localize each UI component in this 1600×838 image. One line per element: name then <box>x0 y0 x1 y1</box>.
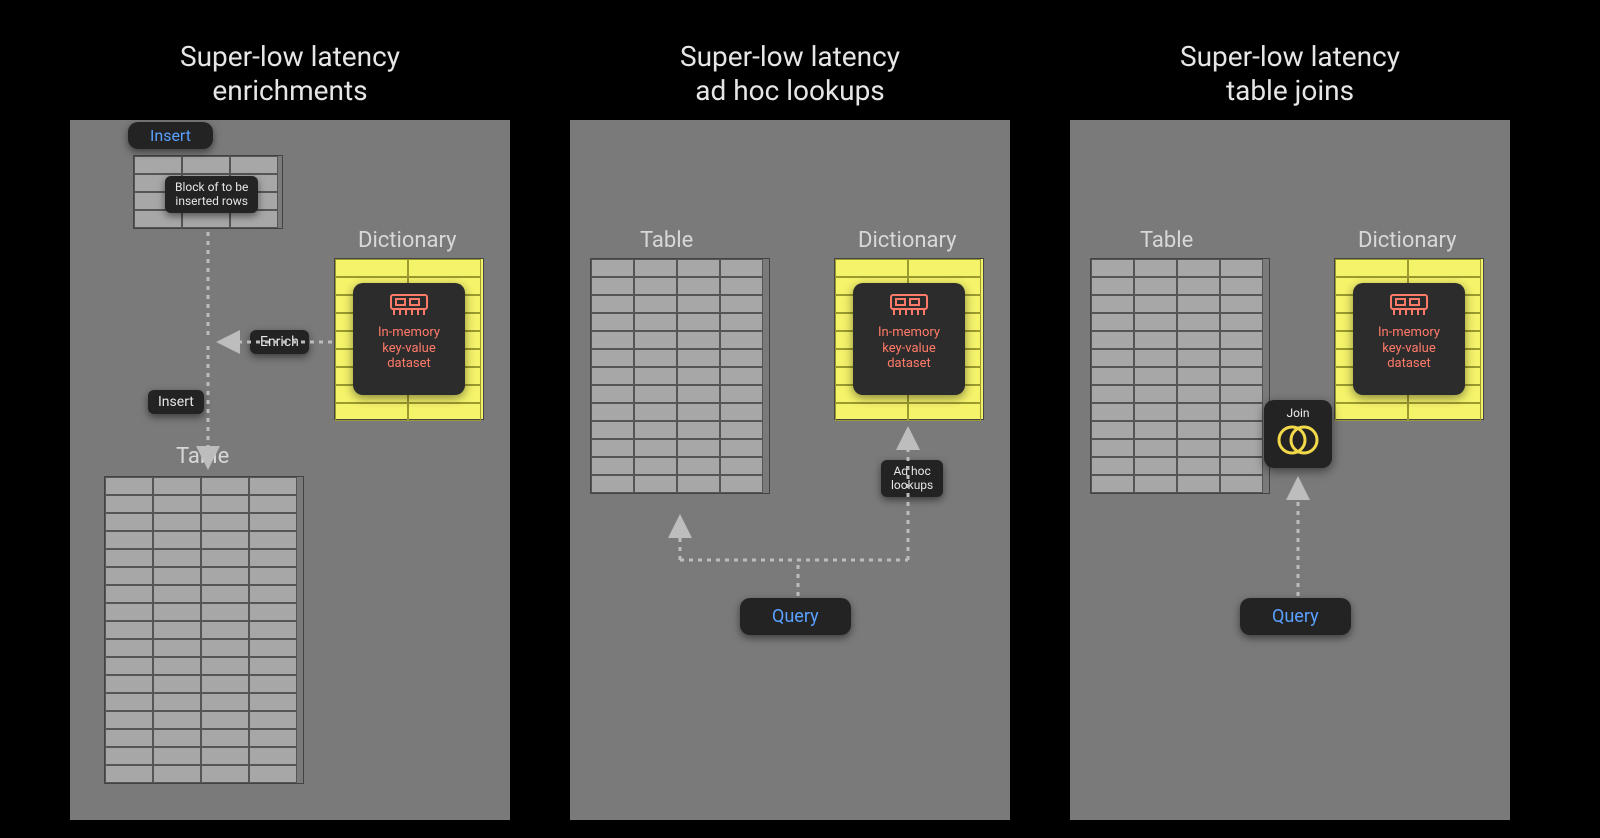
dictionary-label: Dictionary <box>358 228 457 253</box>
block-rows-caption: Block of to be inserted rows <box>165 176 258 213</box>
dictionary-grid: In-memory key-value dataset <box>1334 258 1484 420</box>
pill-label: Query <box>1272 606 1319 627</box>
title-line: Super-low latency <box>1180 40 1400 73</box>
dictionary-grid: In-memory key-value dataset <box>334 258 484 420</box>
insert-label-small: Insert <box>148 390 204 414</box>
query-button: Query <box>740 598 851 635</box>
dictionary-grid: In-memory key-value dataset <box>834 258 984 420</box>
ram-chip-icon <box>1389 293 1429 321</box>
title-line: table joins <box>1226 74 1354 107</box>
dictionary-label: Dictionary <box>858 228 957 253</box>
inmemory-chip: In-memory key-value dataset <box>1353 283 1465 395</box>
title-line: Super-low latency <box>680 40 900 73</box>
pill-line: Ad hoc <box>893 464 930 478</box>
table-grid-large <box>104 476 304 784</box>
inmemory-chip: In-memory key-value dataset <box>353 283 465 395</box>
table-grid <box>590 258 770 494</box>
panel2-title: Super-low latency ad hoc lookups <box>570 40 1010 107</box>
pill-label: Enrich <box>260 334 299 350</box>
dictionary-label: Dictionary <box>1358 228 1457 253</box>
join-badge: Join <box>1264 400 1332 468</box>
panel-joins: Table Dictionary <box>1070 120 1510 820</box>
insert-button: Insert <box>128 122 213 149</box>
adhoc-lookups-label: Ad hoc lookups <box>881 460 943 497</box>
panel-enrichments: Insert Block of to be inserted rows Dict… <box>70 120 510 820</box>
pill-line: lookups <box>891 478 933 492</box>
enrich-label: Enrich <box>250 330 309 354</box>
table-label: Table <box>1140 228 1193 253</box>
table-grid <box>1090 258 1270 494</box>
title-line: Super-low latency <box>180 40 400 73</box>
inmemory-chip: In-memory key-value dataset <box>853 283 965 395</box>
table-label: Table <box>640 228 693 253</box>
table-label: Table <box>176 444 229 469</box>
panel-lookups: Table Dictionary <box>570 120 1010 820</box>
pill-line: inserted rows <box>175 194 248 208</box>
chip-text: In-memory key-value dataset <box>1353 325 1465 372</box>
chip-text: In-memory key-value dataset <box>853 325 965 372</box>
pill-line: Block of to be <box>175 180 248 194</box>
pill-label: Insert <box>158 394 194 410</box>
title-line: ad hoc lookups <box>695 74 885 107</box>
panel1-title: Super-low latency enrichments <box>70 40 510 107</box>
ram-chip-icon <box>889 293 929 321</box>
pill-label: Query <box>772 606 819 627</box>
query-button: Query <box>1240 598 1351 635</box>
diagram-stage: Super-low latency enrichments Super-low … <box>0 0 1600 838</box>
venn-join-icon <box>1275 422 1321 458</box>
join-label: Join <box>1264 406 1332 420</box>
title-line: enrichments <box>212 74 367 107</box>
panel3-title: Super-low latency table joins <box>1070 40 1510 107</box>
chip-text: In-memory key-value dataset <box>353 325 465 372</box>
pill-label: Insert <box>150 126 191 145</box>
ram-chip-icon <box>389 293 429 321</box>
